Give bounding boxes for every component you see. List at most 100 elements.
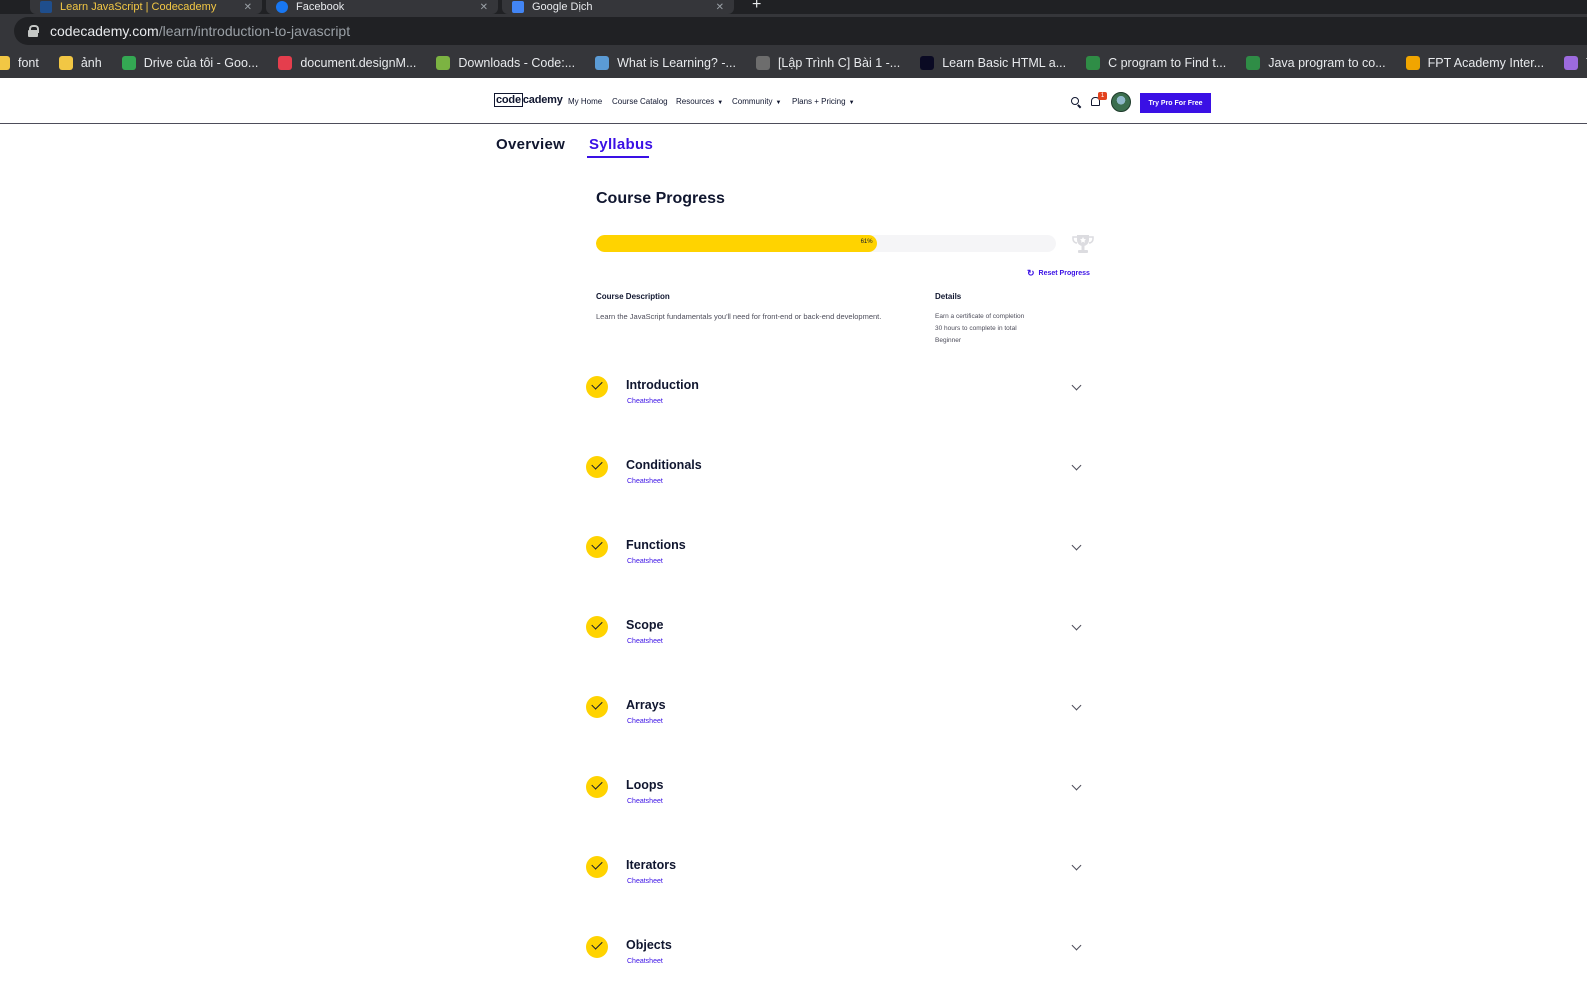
bookmark-label: Drive của tôi - Goo... [143,56,259,70]
caret-down-icon: ▼ [775,100,782,106]
chevron-down-icon[interactable] [1071,780,1082,791]
syllabus-module[interactable]: Objects Cheatsheet [586,936,1086,976]
bookmark-item[interactable]: What is Learning? -... [595,56,736,70]
bookmarks-bar: font ảnh Drive của tôi - Goo... document.de… [0,48,1587,78]
codecademy-favicon-icon [40,1,52,13]
bookmark-item[interactable]: Drive của tôi - Goo... [121,56,259,70]
cheatsheet-link[interactable]: Cheatsheet [627,558,663,565]
details-item-level: Beginner [935,337,962,344]
browser-tab-google-translate[interactable]: Google Dịch ✕ [502,0,734,14]
browser-tab-strip: Learn JavaScript | Codecademy ✕ Facebook… [0,0,1587,14]
course-progress-title: Course Progress [596,190,725,207]
folder-icon [58,56,73,70]
try-pro-button[interactable]: Try Pro For Free [1140,93,1211,113]
nav-my-home[interactable]: My Home [568,97,602,106]
bookmark-label: C program to Find t... [1108,56,1227,70]
refresh-icon: ↻ [1027,268,1035,278]
details-heading: Details [935,292,962,301]
tab-syllabus[interactable]: Syllabus [589,136,653,153]
nav-community[interactable]: Community ▼ [732,97,781,106]
new-tab-icon[interactable]: + [752,0,761,14]
infinity-icon [595,56,610,70]
module-title: Objects [626,938,672,952]
nav-plans-pricing[interactable]: Plans + Pricing ▼ [792,97,855,106]
folder-icon [0,56,10,70]
browser-tab-title: Google Dịch [532,1,593,13]
bookmark-item[interactable]: Downloads - Code:... [436,56,575,70]
reset-progress-link[interactable]: ↻ Reset Progress [1027,268,1090,279]
bookmark-label: What is Learning? -... [617,56,736,70]
close-tab-icon[interactable]: ✕ [244,2,252,13]
module-title: Conditionals [626,458,702,472]
syllabus-module[interactable]: Introduction Cheatsheet [586,376,1086,416]
bookmark-label: ảnh [80,56,102,70]
url-text: codecademy.com/learn/introduction-to-jav… [50,23,351,39]
module-title: Iterators [626,858,677,872]
bookmark-item[interactable]: Tổng hợp ba [1564,56,1587,70]
freecodecamp-icon [920,56,935,70]
chevron-down-icon[interactable] [1071,380,1082,391]
bookmark-label: document.designM... [300,56,417,70]
chevron-down-icon[interactable] [1071,540,1082,551]
bookmark-item[interactable]: C program to Find t... [1086,56,1226,70]
cheatsheet-link[interactable]: Cheatsheet [627,878,663,885]
cheatsheet-link[interactable]: Cheatsheet [627,478,663,485]
chevron-down-icon[interactable] [1071,460,1082,471]
progress-bar: 61% [596,235,1056,252]
syllabus-module[interactable]: Scope Cheatsheet [586,616,1086,656]
module-title: Scope [626,618,664,632]
bookmark-item[interactable]: Learn Basic HTML a... [920,56,1066,70]
course-description-text: Learn the JavaScript fundamentals you'll… [596,312,882,321]
browser-tab-facebook[interactable]: Facebook ✕ [266,0,498,14]
close-tab-icon[interactable]: ✕ [716,2,724,13]
syllabus-module[interactable]: Loops Cheatsheet [586,776,1086,816]
target-icon [1564,56,1579,70]
completed-check-icon [586,376,608,398]
google-drive-icon [121,56,136,70]
module-title: Loops [626,778,664,792]
search-icon[interactable] [1071,97,1081,107]
browser-tab-codecademy[interactable]: Learn JavaScript | Codecademy ✕ [30,0,262,14]
chevron-down-icon[interactable] [1071,940,1082,951]
chevron-down-icon[interactable] [1071,700,1082,711]
cheatsheet-link[interactable]: Cheatsheet [627,798,663,805]
syllabus-module[interactable]: Arrays Cheatsheet [586,696,1086,736]
bookmark-item[interactable]: FPT Academy Inter... [1405,56,1544,70]
syllabus-module[interactable]: Iterators Cheatsheet [586,856,1086,896]
notification-count-badge: 1 [1098,92,1107,100]
nav-course-catalog[interactable]: Course Catalog [612,97,668,106]
cheatsheet-link[interactable]: Cheatsheet [627,958,663,965]
browser-address-bar: codecademy.com/learn/introduction-to-jav… [0,14,1587,48]
cheatsheet-link[interactable]: Cheatsheet [627,718,663,725]
codecademy-logo[interactable]: code cademy [494,93,563,107]
completed-check-icon [586,776,608,798]
bookmark-item[interactable]: Java program to co... [1246,56,1386,70]
user-avatar[interactable] [1111,92,1131,112]
syllabus-module[interactable]: Conditionals Cheatsheet [586,456,1086,496]
syllabus-module[interactable]: Functions Cheatsheet [586,536,1086,576]
module-title: Functions [626,538,686,552]
course-description-heading: Course Description [596,292,670,301]
caret-down-icon: ▼ [848,100,855,106]
tab-overview[interactable]: Overview [496,136,565,153]
close-tab-icon[interactable]: ✕ [480,2,488,13]
trophy-icon [1072,235,1094,253]
cheatsheet-link[interactable]: Cheatsheet [627,638,663,645]
bookmark-item[interactable]: [Lập Trình C] Bài 1 -... [755,56,900,70]
geeksforgeeks-icon [1086,56,1101,70]
nav-resources[interactable]: Resources ▼ [676,97,723,106]
site-header: code cademy My Home Course Catalog Resour… [0,80,1587,124]
completed-check-icon [586,936,608,958]
chevron-down-icon[interactable] [1071,620,1082,631]
bookmark-item[interactable]: ảnh [58,56,102,70]
url-input[interactable]: codecademy.com/learn/introduction-to-jav… [14,17,1587,45]
designmodo-icon [278,56,293,70]
bookmark-item[interactable]: document.designM... [278,56,416,70]
chevron-down-icon[interactable] [1071,860,1082,871]
bookmark-item[interactable]: font [0,56,39,70]
cheatsheet-link[interactable]: Cheatsheet [627,398,663,405]
browser-tab-title: Facebook [296,1,345,13]
bookmark-label: Java program to co... [1268,56,1386,70]
details-list: Earn a certificate of completion 30 hour… [935,311,1024,347]
lock-icon[interactable] [28,25,39,37]
